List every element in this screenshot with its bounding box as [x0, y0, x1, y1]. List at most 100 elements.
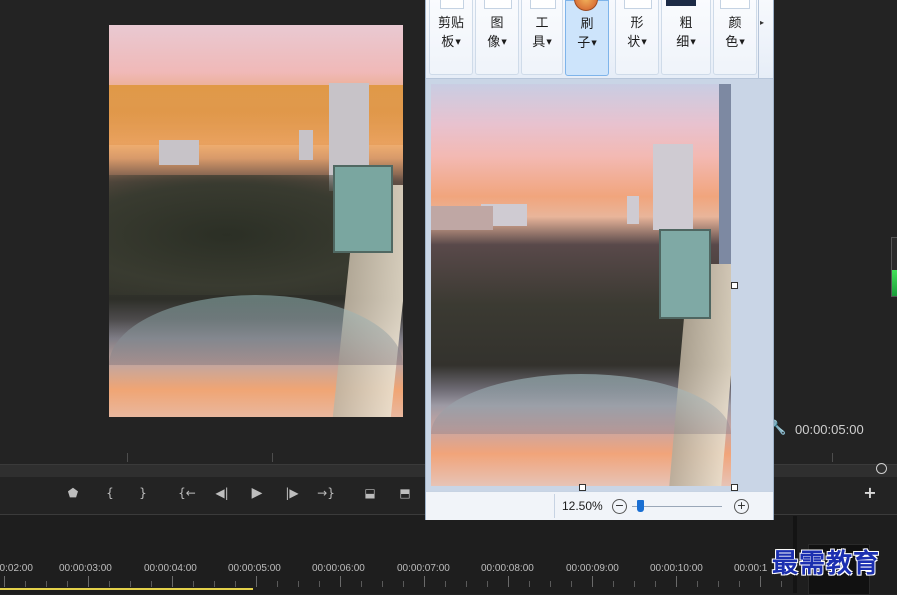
ruler-tick: [277, 581, 278, 587]
ruler-tick: [193, 581, 194, 587]
mark-out-button[interactable]: }: [132, 482, 154, 504]
ruler-tick: [424, 576, 425, 587]
label-line2: 色: [725, 35, 739, 50]
ribbon-clipboard-button[interactable]: 剪贴板▼: [429, 0, 473, 75]
dropdown-arrow-icon: ▼: [641, 38, 647, 46]
zoom-in-button[interactable]: +: [734, 499, 749, 514]
paint-canvas-area[interactable]: [426, 79, 773, 491]
preview-electric-box: [333, 165, 393, 253]
dropdown-arrow-icon: ▼: [546, 38, 552, 46]
ruler-tick: [109, 581, 110, 587]
preview-building: [299, 130, 313, 160]
ribbon-image-label: 图像▼: [476, 14, 518, 52]
ribbon-size-button[interactable]: 粗细▼: [661, 0, 711, 75]
ribbon-color-label: 颜色▼: [714, 14, 756, 52]
ruler-tick: [46, 581, 47, 587]
ribbon-brushes-button[interactable]: 刷子▼: [565, 0, 609, 76]
scrubber-tick: [832, 453, 833, 462]
dropdown-arrow-icon: ▼: [690, 38, 696, 46]
label-line1: 形: [630, 16, 644, 31]
ribbon-size-label: 粗细▼: [662, 14, 710, 52]
paint-canvas-image[interactable]: [431, 84, 731, 486]
ruler-tick: [151, 581, 152, 587]
ruler-time-label: 00:00:09:00: [566, 563, 619, 574]
ruler-tick: [298, 581, 299, 587]
ruler-tick: [487, 581, 488, 587]
label-line1: 图: [490, 16, 504, 31]
ribbon-color-button[interactable]: 颜色▼: [713, 0, 757, 75]
lift-button[interactable]: ⬓: [359, 482, 381, 504]
step-back-button[interactable]: ◀|: [211, 482, 233, 504]
ruler-tick: [319, 581, 320, 587]
extract-button[interactable]: ⬒: [394, 482, 416, 504]
label-line2: 细: [676, 35, 690, 50]
zoom-slider-thumb[interactable]: [637, 500, 645, 512]
playhead-timecode[interactable]: 00:00:05:00: [795, 422, 864, 437]
image-electric-box: [659, 229, 711, 319]
line-size-icon: [666, 0, 696, 6]
ruler-tick: [718, 581, 719, 587]
ribbon-shapes-label: 形状▼: [616, 14, 658, 52]
dropdown-arrow-icon: ▼: [455, 38, 461, 46]
brush-icon: [574, 0, 598, 11]
go-to-in-button[interactable]: {←: [176, 482, 198, 504]
ribbon-shapes-button[interactable]: 形状▼: [615, 0, 659, 75]
ribbon-divider: [758, 0, 759, 78]
zoom-slider-track[interactable]: [632, 506, 722, 507]
clipboard-icon: [440, 0, 464, 9]
timeline-work-area-bar[interactable]: [0, 588, 253, 590]
program-monitor-preview[interactable]: [109, 25, 403, 417]
canvas-resize-handle-bottom[interactable]: [579, 484, 586, 491]
label-line2: 具: [532, 35, 546, 50]
image-post: [719, 84, 731, 264]
image-building: [627, 196, 639, 224]
ruler-tick: [550, 581, 551, 587]
ruler-tick: [466, 581, 467, 587]
ruler-time-label: 00:00:03:00: [59, 563, 112, 574]
go-to-out-button[interactable]: →}: [315, 482, 337, 504]
label-line2: 板: [441, 35, 455, 50]
button-editor-add-button[interactable]: +: [862, 483, 878, 502]
paint-window[interactable]: 剪贴 板▼ 图像▼ 工具▼ 刷子▼ 形状▼ 粗细▼ 颜色▼ ▸ 12.50% −…: [425, 0, 774, 520]
zoom-level-label: 12.50%: [562, 499, 603, 513]
ruler-tick: [739, 581, 740, 587]
ruler-tick: [445, 581, 446, 587]
ribbon-image-button[interactable]: 图像▼: [475, 0, 519, 75]
scrubber-end-handle[interactable]: [876, 463, 887, 474]
label-line1: 剪贴: [437, 16, 464, 31]
ruler-time-label: 00:00:1: [734, 563, 768, 574]
preview-building: [159, 140, 199, 165]
step-forward-button[interactable]: |▶: [281, 482, 303, 504]
ruler-time-label: 00:00:04:00: [144, 563, 197, 574]
canvas-resize-handle-corner[interactable]: [731, 484, 738, 491]
image-icon: [484, 0, 512, 9]
add-marker-button[interactable]: ⬟: [62, 482, 84, 504]
canvas-resize-handle-right[interactable]: [731, 282, 738, 289]
ribbon-scroll-right-icon[interactable]: ▸: [760, 18, 764, 27]
shapes-icon: [624, 0, 652, 9]
label-line2: 像: [487, 35, 501, 50]
ruler-tick: [697, 581, 698, 587]
label-line1: 工: [535, 16, 549, 31]
ribbon-clipboard-label: 剪贴板▼: [430, 14, 472, 52]
ruler-time-label: 00:00:08:00: [481, 563, 534, 574]
play-button[interactable]: ▶: [246, 482, 268, 504]
ruler-tick: [634, 581, 635, 587]
ruler-time-label: 00:02:00: [0, 563, 33, 574]
timeline-panel[interactable]: [0, 514, 897, 594]
dropdown-arrow-icon: ▼: [501, 38, 507, 46]
dropdown-arrow-icon: ▼: [739, 38, 745, 46]
ruler-tick: [4, 576, 5, 587]
ribbon-tools-button[interactable]: 工具▼: [521, 0, 563, 75]
color-picker-icon: [720, 0, 750, 9]
ruler-time-label: 00:00:05:00: [228, 563, 281, 574]
mark-in-button[interactable]: {: [99, 482, 121, 504]
ruler-tick: [655, 581, 656, 587]
image-building: [653, 144, 693, 230]
label-line1: 颜: [728, 16, 742, 31]
audio-level-meter: [891, 237, 897, 297]
paint-status-bar: 12.50% − +: [426, 491, 773, 520]
ruler-tick: [529, 581, 530, 587]
zoom-out-button[interactable]: −: [612, 499, 627, 514]
status-separator: [554, 494, 555, 518]
